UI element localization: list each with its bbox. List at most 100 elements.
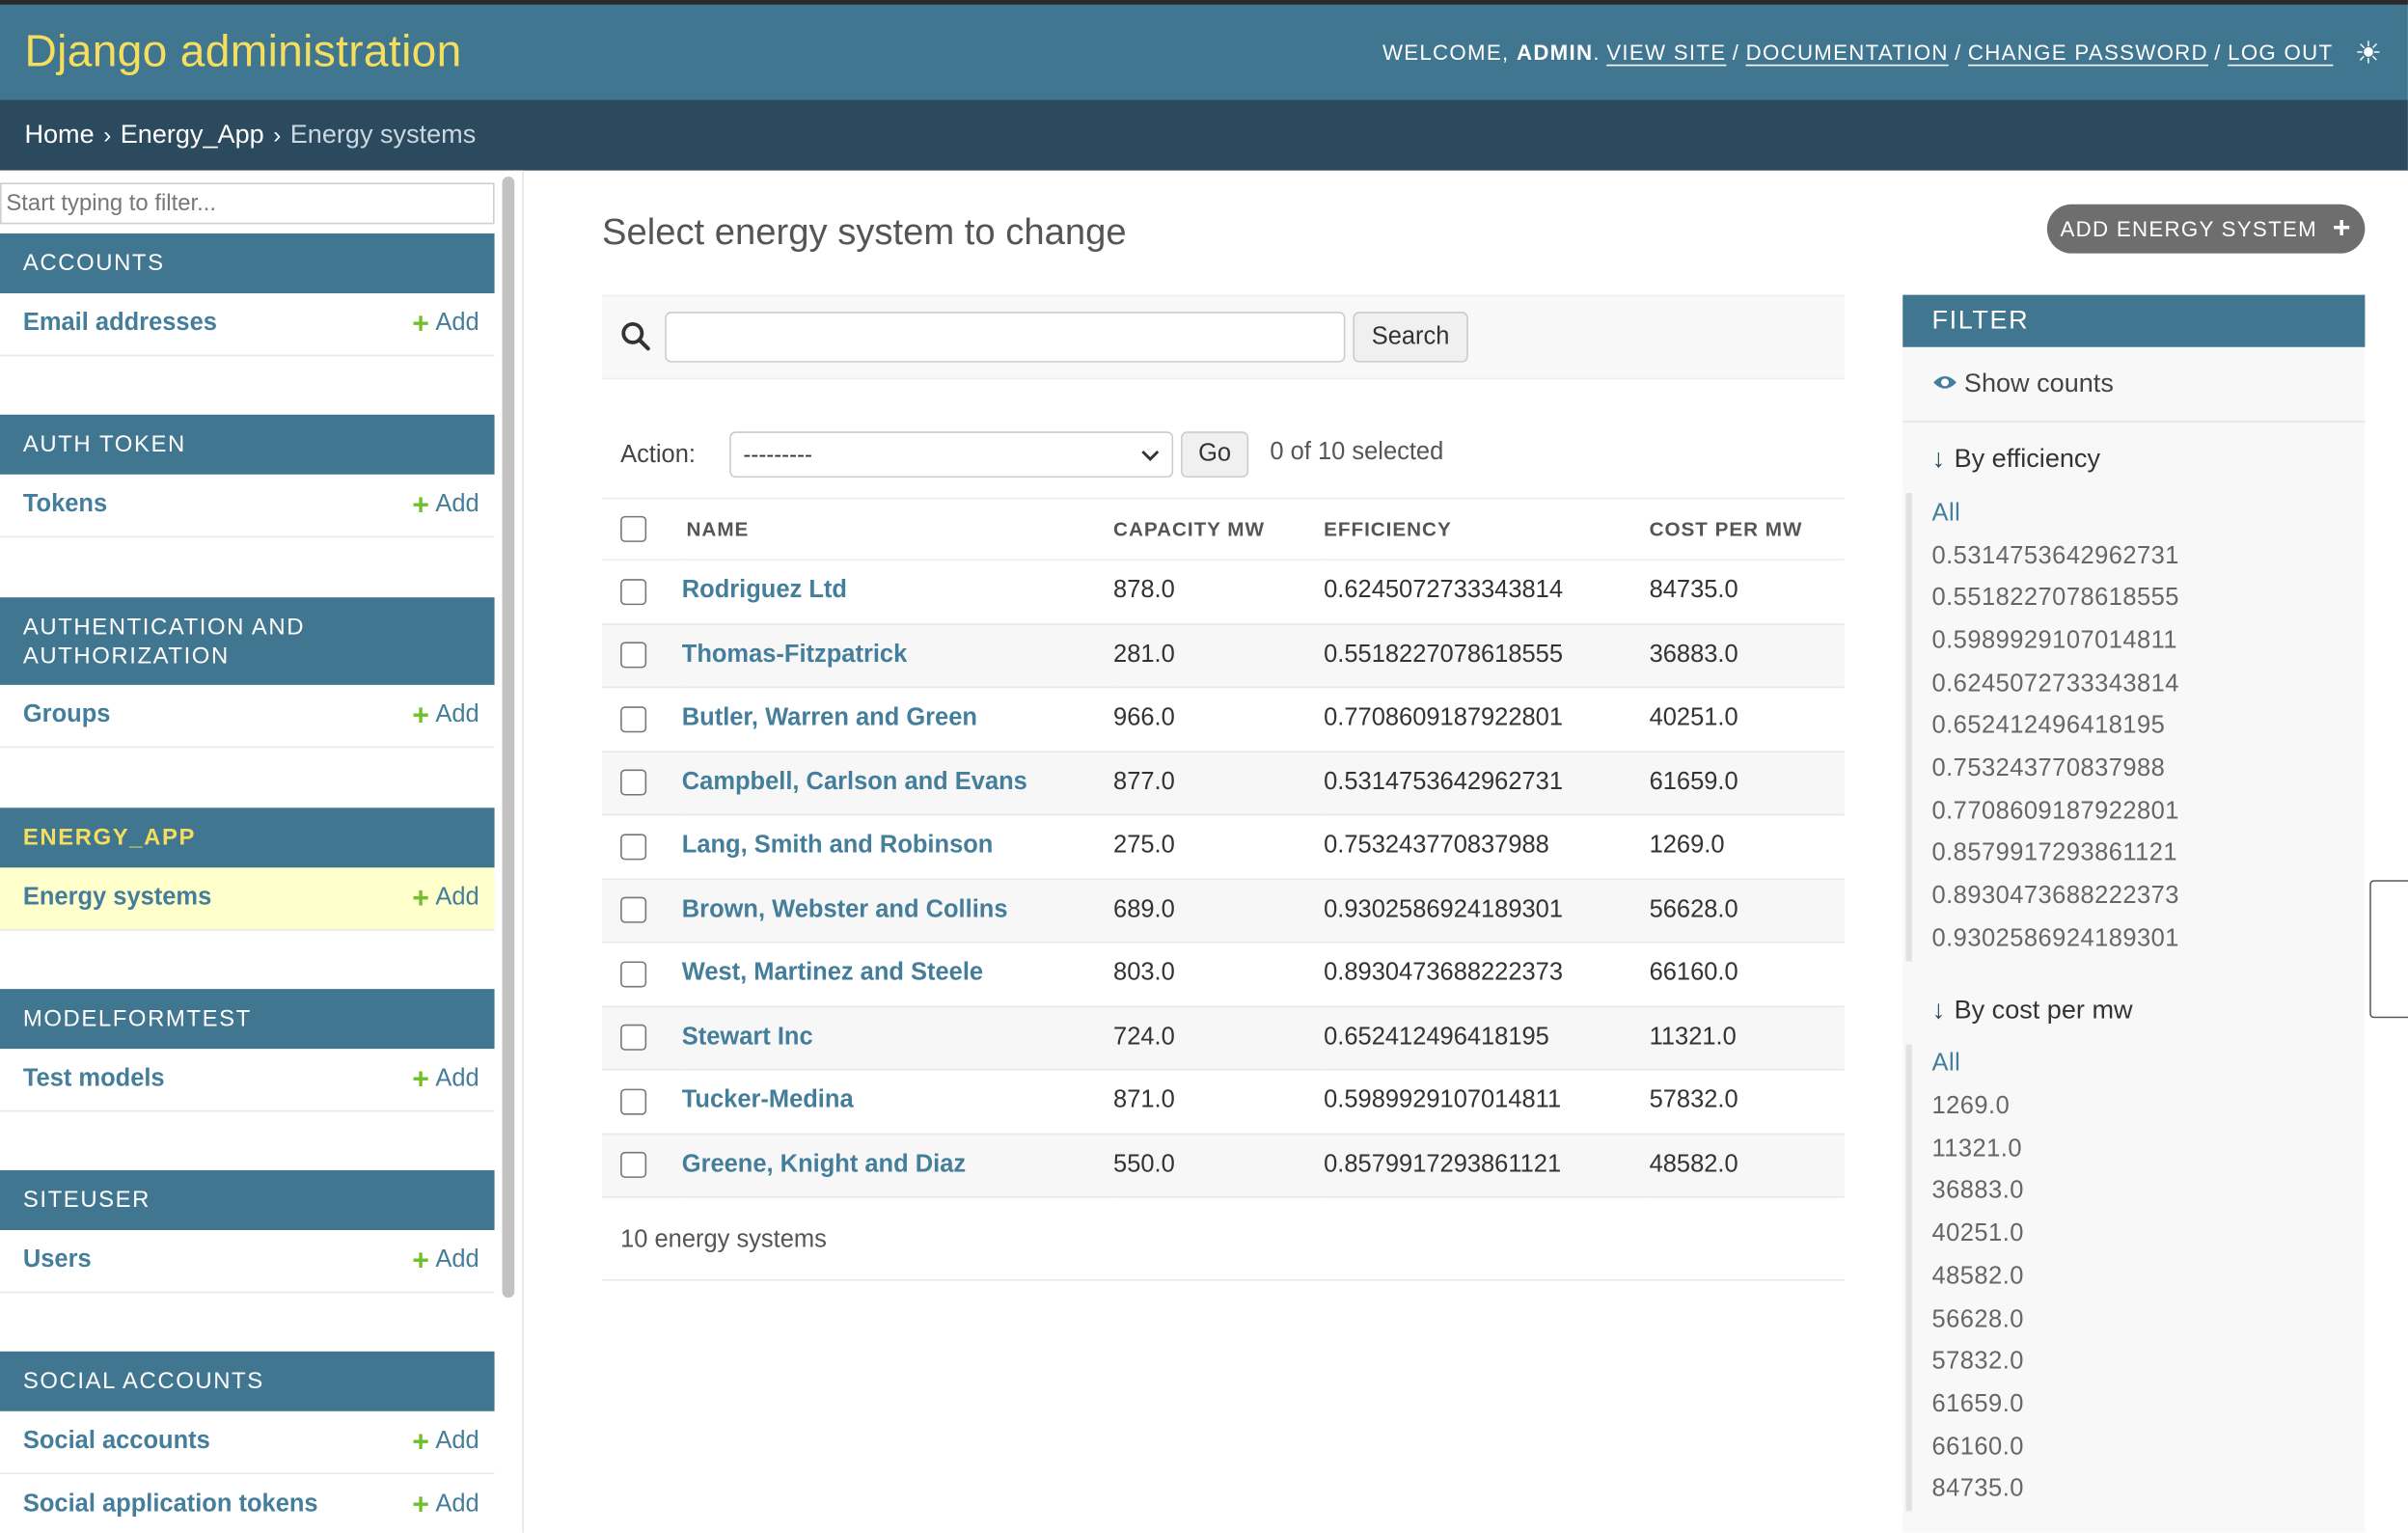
nav-filter-input[interactable] xyxy=(0,182,495,225)
row-name-link[interactable]: Thomas-Fitzpatrick xyxy=(682,642,907,668)
row-checkbox[interactable] xyxy=(620,833,647,860)
efficiency-filter-option[interactable]: 0.5989929107014811 xyxy=(1912,620,2366,663)
row-checkbox[interactable] xyxy=(620,1024,647,1051)
module-header[interactable]: SOCIAL ACCOUNTS xyxy=(0,1351,495,1411)
column-header-efficiency[interactable]: EFFICIENCY xyxy=(1324,497,1650,561)
breadcrumb-app[interactable]: Energy_App xyxy=(121,120,264,151)
cost-filter-option[interactable]: 56628.0 xyxy=(1912,1299,2366,1341)
row-capacity: 877.0 xyxy=(1113,751,1325,816)
row-cost: 56628.0 xyxy=(1649,878,1845,944)
search-button[interactable]: Search xyxy=(1353,312,1468,363)
row-checkbox[interactable] xyxy=(620,705,647,732)
show-counts-link[interactable]: Show counts xyxy=(1902,347,2366,423)
sidebar-scrollbar[interactable] xyxy=(502,177,515,1299)
action-label: Action: xyxy=(620,442,696,469)
cost-filter-option[interactable]: 61659.0 xyxy=(1912,1383,2366,1426)
row-name-link[interactable]: Campbell, Carlson and Evans xyxy=(682,769,1027,795)
module-header[interactable]: SITEUSER xyxy=(0,1169,495,1231)
efficiency-filter-option[interactable]: 0.7708609187922801 xyxy=(1912,790,2366,833)
model-link[interactable]: Groups xyxy=(23,701,111,729)
row-cost: 57832.0 xyxy=(1649,1069,1845,1135)
add-link[interactable]: + Add xyxy=(412,1246,479,1275)
column-header-cost[interactable]: COST PER MW xyxy=(1649,497,1845,561)
row-name-link[interactable]: Tucker-Medina xyxy=(682,1087,854,1113)
side-panel-tab[interactable] xyxy=(2369,880,2408,1019)
module-header[interactable]: AUTHENTICATION AND AUTHORIZATION xyxy=(0,597,495,685)
add-link[interactable]: + Add xyxy=(412,310,479,339)
row-name-link[interactable]: West, Martinez and Steele xyxy=(682,960,983,986)
row-checkbox[interactable] xyxy=(620,769,647,796)
model-link[interactable]: Social accounts xyxy=(23,1428,210,1456)
efficiency-filter-option[interactable]: 0.8579917293861121 xyxy=(1912,834,2366,876)
sun-icon[interactable]: ☀ xyxy=(2355,33,2384,71)
module-header[interactable]: MODELFORMTEST xyxy=(0,989,495,1050)
add-link[interactable]: + Add xyxy=(412,1491,479,1519)
cost-filter-option[interactable]: 36883.0 xyxy=(1912,1171,2366,1214)
efficiency-filter-option[interactable]: 0.652412496418195 xyxy=(1912,705,2366,748)
row-efficiency: 0.5518227078618555 xyxy=(1324,623,1650,689)
module-header[interactable]: ENERGY_APP xyxy=(0,808,495,868)
go-button[interactable]: Go xyxy=(1181,431,1249,479)
arrow-down-icon[interactable]: ↓ xyxy=(1931,444,1945,475)
table-row: West, Martinez and Steele 803.0 0.89304736… xyxy=(601,942,1845,1007)
cost-filter-option[interactable]: 48582.0 xyxy=(1912,1256,2366,1299)
row-checkbox[interactable] xyxy=(620,896,647,923)
efficiency-filter-option[interactable]: 0.6245072733343814 xyxy=(1912,663,2366,705)
row-checkbox[interactable] xyxy=(620,642,647,669)
model-link[interactable]: Social application tokens xyxy=(23,1492,318,1519)
site-branding[interactable]: Django administration xyxy=(24,27,461,78)
row-checkbox[interactable] xyxy=(620,578,647,605)
add-link[interactable]: + Add xyxy=(412,701,479,730)
add-link[interactable]: + Add xyxy=(412,884,479,913)
search-input[interactable] xyxy=(665,312,1346,363)
efficiency-filter-option[interactable]: 0.753243770837988 xyxy=(1912,748,2366,790)
add-energy-system-button[interactable]: ADD ENERGY SYSTEM + xyxy=(2046,204,2366,254)
column-header-name[interactable]: NAME xyxy=(681,497,1114,561)
breadcrumb-home[interactable]: Home xyxy=(24,120,94,151)
row-checkbox[interactable] xyxy=(620,960,647,987)
view-site-link[interactable]: VIEW SITE xyxy=(1606,40,1726,64)
row-checkbox[interactable] xyxy=(620,1151,647,1178)
efficiency-filter-option[interactable]: 0.8930473688222373 xyxy=(1912,876,2366,918)
sidebar-item-social-accounts: Social accounts + Add xyxy=(0,1410,495,1475)
log-out-link[interactable]: LOG OUT xyxy=(2228,40,2333,64)
username: ADMIN xyxy=(1516,40,1594,65)
model-link[interactable]: Test models xyxy=(23,1066,165,1094)
add-link[interactable]: + Add xyxy=(412,491,479,520)
cost-filter-option[interactable]: All xyxy=(1912,1044,2366,1086)
cost-filter-option[interactable]: 84735.0 xyxy=(1912,1468,2366,1511)
add-link[interactable]: + Add xyxy=(412,1065,479,1094)
row-name-link[interactable]: Greene, Knight and Diaz xyxy=(682,1151,966,1177)
results-table: NAME CAPACITY MW EFFICIENCY COST PER MW … xyxy=(601,497,1845,1198)
action-select[interactable]: --------- xyxy=(729,431,1174,479)
row-name-link[interactable]: Brown, Webster and Collins xyxy=(682,896,1008,922)
row-name-link[interactable]: Stewart Inc xyxy=(682,1024,813,1050)
cost-filter-option[interactable]: 57832.0 xyxy=(1912,1341,2366,1383)
select-all-checkbox[interactable] xyxy=(620,515,647,542)
column-header-capacity[interactable]: CAPACITY MW xyxy=(1113,497,1325,561)
add-link[interactable]: + Add xyxy=(412,1428,479,1457)
model-link[interactable]: Email addresses xyxy=(23,311,217,339)
row-efficiency: 0.8930473688222373 xyxy=(1324,942,1650,1007)
arrow-down-icon[interactable]: ↓ xyxy=(1931,995,1945,1026)
model-link[interactable]: Tokens xyxy=(23,491,107,519)
table-row: Stewart Inc 724.0 0.652412496418195 11321.0 xyxy=(601,1005,1845,1071)
cost-filter-option[interactable]: 66160.0 xyxy=(1912,1426,2366,1468)
row-name-link[interactable]: Rodriguez Ltd xyxy=(682,578,847,604)
documentation-link[interactable]: DOCUMENTATION xyxy=(1746,40,1949,64)
efficiency-filter-option[interactable]: 0.9302586924189301 xyxy=(1912,918,2366,961)
change-password-link[interactable]: CHANGE PASSWORD xyxy=(1968,40,2208,64)
efficiency-filter-option[interactable]: All xyxy=(1912,493,2366,535)
row-checkbox[interactable] xyxy=(620,1087,647,1114)
cost-filter-option[interactable]: 11321.0 xyxy=(1912,1129,2366,1171)
model-link[interactable]: Users xyxy=(23,1247,92,1275)
row-name-link[interactable]: Lang, Smith and Robinson xyxy=(682,833,994,859)
cost-filter-option[interactable]: 1269.0 xyxy=(1912,1086,2366,1129)
efficiency-filter-option[interactable]: 0.5314753642962731 xyxy=(1912,535,2366,578)
efficiency-filter-option[interactable]: 0.5518227078618555 xyxy=(1912,578,2366,620)
module-header[interactable]: ACCOUNTS xyxy=(0,233,495,294)
model-link[interactable]: Energy systems xyxy=(23,885,211,913)
module-header[interactable]: AUTH TOKEN xyxy=(0,414,495,475)
row-name-link[interactable]: Butler, Warren and Green xyxy=(682,705,977,731)
cost-filter-option[interactable]: 40251.0 xyxy=(1912,1214,2366,1256)
